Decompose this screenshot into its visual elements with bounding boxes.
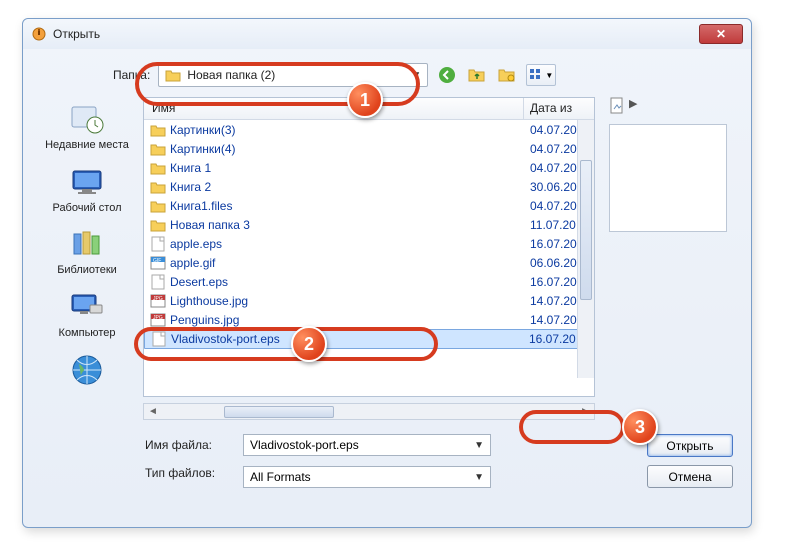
file-icon: GIF [150, 255, 166, 271]
filetype-label: Тип файлов: [145, 466, 231, 480]
folder-combo[interactable]: Новая папка (2) ▼ [158, 63, 428, 87]
file-icon [150, 198, 166, 214]
place-recent[interactable]: Недавние места [41, 101, 133, 152]
filename-label: Имя файла: [145, 438, 231, 452]
svg-text:JPG: JPG [153, 296, 163, 302]
annotation-badge: 2 [291, 326, 327, 362]
folder-combo-text: Новая папка (2) [187, 68, 411, 82]
file-name: apple.eps [170, 237, 530, 251]
chevron-down-icon: ▼ [474, 472, 484, 483]
preview-page-icon[interactable] [609, 97, 625, 118]
chevron-down-icon: ▼ [474, 440, 484, 451]
column-name[interactable]: Имя [144, 98, 524, 119]
list-item[interactable]: JPGLighthouse.jpg14.07.20 [144, 291, 594, 310]
file-name: Новая папка 3 [170, 218, 530, 232]
file-name: Книга 2 [170, 180, 530, 194]
list-item[interactable]: Книга 230.06.20 [144, 177, 594, 196]
app-icon [31, 26, 47, 42]
file-name: Книга 1 [170, 161, 530, 175]
preview-next-icon[interactable]: ▶ [629, 97, 637, 118]
file-icon [150, 236, 166, 252]
filename-input[interactable]: Vladivostok-port.eps ▼ [243, 434, 491, 456]
file-icon [150, 179, 166, 195]
filetype-combo[interactable]: All Formats ▼ [243, 466, 491, 488]
window-title: Открыть [53, 27, 100, 41]
file-name: Vladivostok-port.eps [171, 332, 529, 346]
list-item[interactable]: Книга1.files04.07.20 [144, 196, 594, 215]
back-button[interactable] [436, 64, 458, 86]
list-item[interactable]: Книга 104.07.20 [144, 158, 594, 177]
hscroll-thumb[interactable] [224, 406, 334, 418]
column-date[interactable]: Дата из [524, 98, 594, 119]
list-item[interactable]: Desert.eps16.07.20 [144, 272, 594, 291]
svg-text:JPG: JPG [153, 315, 163, 321]
file-icon [150, 274, 166, 290]
file-icon [151, 331, 167, 347]
file-name: Книга1.files [170, 199, 530, 213]
file-name: apple.gif [170, 256, 530, 270]
scrollbar-thumb[interactable] [580, 160, 592, 300]
file-name: Картинки(4) [170, 142, 530, 156]
up-one-level-button[interactable] [466, 64, 488, 86]
file-name: Lighthouse.jpg [170, 294, 530, 308]
svg-text:GIF: GIF [153, 258, 161, 264]
list-item[interactable]: Vladivostok-port.eps16.07.20 [144, 329, 594, 349]
folder-icon [165, 68, 181, 82]
close-button[interactable]: ✕ [699, 24, 743, 44]
place-network[interactable] [41, 352, 133, 388]
view-menu-button[interactable]: ▼ [526, 64, 556, 86]
file-list[interactable]: Имя Дата из Картинки(3)04.07.20Картинки(… [143, 97, 595, 397]
place-desktop[interactable]: Рабочий стол [41, 164, 133, 215]
close-icon: ✕ [716, 27, 726, 41]
list-item[interactable]: Новая папка 311.07.20 [144, 215, 594, 234]
file-name: Картинки(3) [170, 123, 530, 137]
titlebar[interactable]: Открыть ✕ [23, 19, 751, 49]
list-item[interactable]: Картинки(4)04.07.20 [144, 139, 594, 158]
file-name: Penguins.jpg [170, 313, 530, 327]
open-dialog: Открыть ✕ Папка: Новая папка (2) ▼ [22, 18, 752, 528]
annotation-badge: 1 [347, 82, 383, 118]
cancel-button[interactable]: Отмена [647, 465, 733, 488]
file-icon: JPG [150, 293, 166, 309]
chevron-down-icon: ▼ [411, 70, 421, 81]
file-name: Desert.eps [170, 275, 530, 289]
scroll-right-icon[interactable]: ► [576, 406, 594, 417]
chevron-down-icon: ▼ [545, 71, 553, 80]
open-button[interactable]: Открыть [647, 434, 733, 457]
list-item[interactable]: Картинки(3)04.07.20 [144, 120, 594, 139]
scroll-left-icon[interactable]: ◄ [144, 406, 162, 417]
file-icon [150, 122, 166, 138]
file-icon [150, 141, 166, 157]
file-icon [150, 160, 166, 176]
new-folder-button[interactable] [496, 64, 518, 86]
annotation-badge: 3 [622, 409, 658, 445]
places-bar: Недавние места Рабочий стол Библиотеки К… [41, 97, 133, 420]
list-item[interactable]: JPGPenguins.jpg14.07.20 [144, 310, 594, 329]
place-libraries[interactable]: Библиотеки [41, 226, 133, 277]
file-icon [150, 217, 166, 233]
vertical-scrollbar[interactable] [577, 120, 594, 378]
list-item[interactable]: apple.eps16.07.20 [144, 234, 594, 253]
folder-label: Папка: [113, 68, 150, 82]
list-item[interactable]: GIFapple.gif06.06.20 [144, 253, 594, 272]
place-computer[interactable]: Компьютер [41, 289, 133, 340]
preview-pane [609, 124, 727, 232]
file-icon: JPG [150, 312, 166, 328]
horizontal-scrollbar[interactable]: ◄ ► [143, 403, 595, 420]
